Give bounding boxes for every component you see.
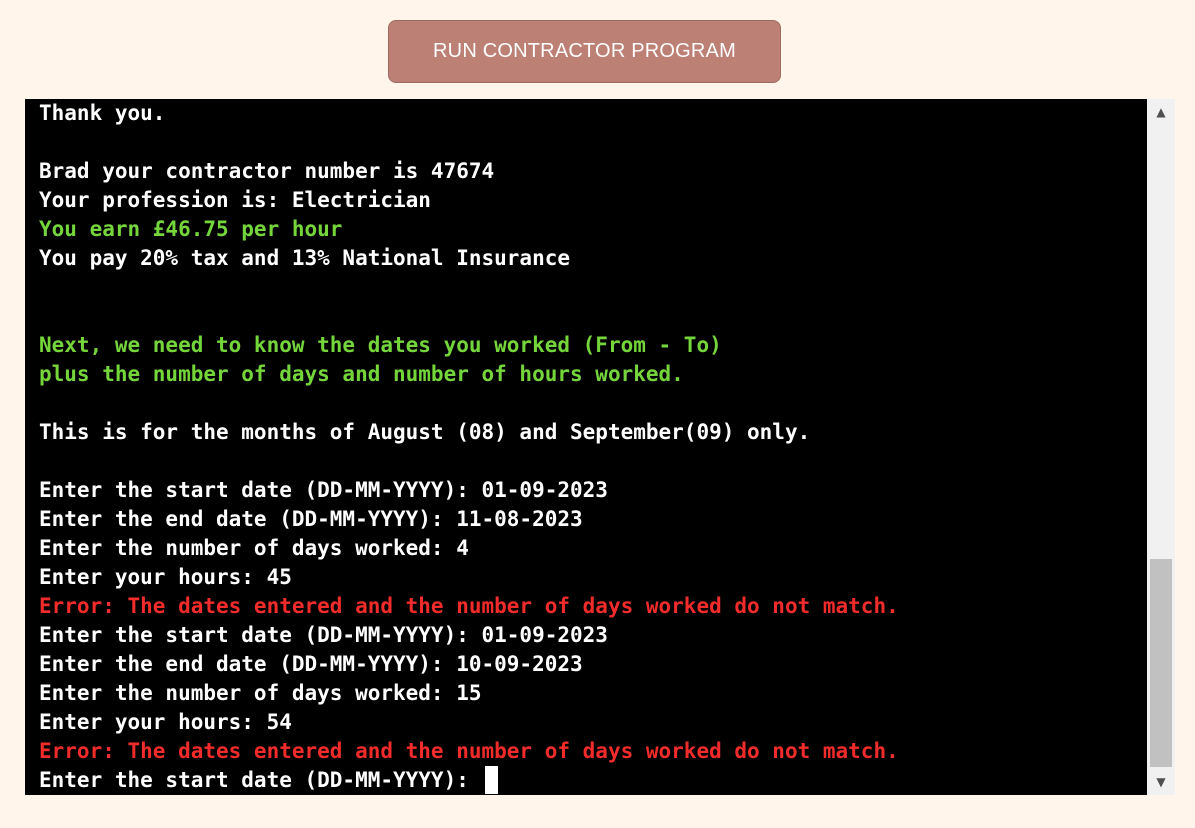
terminal-line: This is for the months of August (08) an… <box>39 420 811 444</box>
terminal-line: plus the number of days and number of ho… <box>39 362 684 386</box>
terminal-error-line: Error: The dates entered and the number … <box>39 739 899 763</box>
terminal-line: Enter your hours: 45 <box>39 565 292 589</box>
terminal-container: Thank you. Brad your contractor number is… <box>25 99 1175 795</box>
terminal-line: Enter the number of days worked: 4 <box>39 536 469 560</box>
terminal-line: Thank you. <box>39 101 166 125</box>
terminal-line: Brad your contractor number is 47674 <box>39 159 495 183</box>
terminal-output[interactable]: Thank you. Brad your contractor number is… <box>25 99 1147 795</box>
terminal-line: Enter your hours: 54 <box>39 710 292 734</box>
terminal-line: You pay 20% tax and 13% National Insuran… <box>39 246 571 270</box>
scroll-down-arrow-icon[interactable]: ▼ <box>1147 769 1175 795</box>
terminal-scrollbar[interactable]: ▲ ▼ <box>1147 99 1175 795</box>
scrollbar-thumb[interactable] <box>1150 559 1172 767</box>
terminal-prompt-line[interactable]: Enter the start date (DD-MM-YYYY): <box>39 766 899 795</box>
terminal-error-line: Error: The dates entered and the number … <box>39 594 899 618</box>
terminal-cursor <box>484 766 498 794</box>
terminal-prompt-text: Enter the start date (DD-MM-YYYY): <box>39 768 482 792</box>
terminal-line: Next, we need to know the dates you work… <box>39 333 722 357</box>
terminal-line: Enter the end date (DD-MM-YYYY): 11-08-2… <box>39 507 583 531</box>
run-contractor-program-button[interactable]: RUN CONTRACTOR PROGRAM <box>388 20 781 83</box>
terminal-line: Enter the start date (DD-MM-YYYY): 01-09… <box>39 478 608 502</box>
terminal-line: You earn £46.75 per hour <box>39 217 343 241</box>
terminal-line: Enter the start date (DD-MM-YYYY): 01-09… <box>39 623 608 647</box>
terminal-line: Your profession is: Electrician <box>39 188 431 212</box>
terminal-lines: Thank you. Brad your contractor number is… <box>39 99 899 795</box>
scroll-up-arrow-icon[interactable]: ▲ <box>1147 99 1175 125</box>
terminal-line: Enter the end date (DD-MM-YYYY): 10-09-2… <box>39 652 583 676</box>
terminal-line: Enter the number of days worked: 15 <box>39 681 482 705</box>
